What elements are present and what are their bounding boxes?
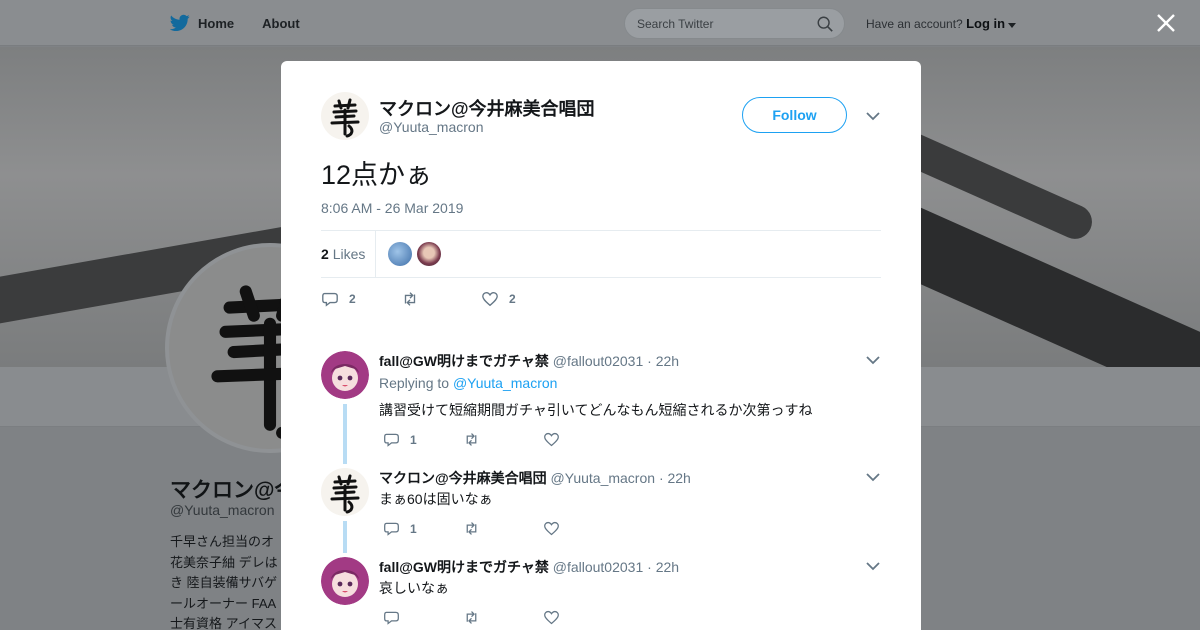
chevron-down-icon[interactable]: [1008, 23, 1017, 28]
reply-actions: [383, 609, 623, 626]
search-icon[interactable]: [816, 15, 834, 33]
profile-bio: 千早さん担当のオ 花美奈子紬 デレは き 陸自装備サバゲ ールオーナー FAA …: [170, 532, 282, 630]
chevron-down-icon[interactable]: [866, 355, 880, 365]
reply-author-handle[interactable]: @fallout02031: [553, 559, 644, 575]
bio-line: き 陸自装備サバゲ: [170, 575, 278, 590]
chevron-down-icon[interactable]: [866, 472, 880, 482]
retweet-icon: [466, 611, 477, 624]
reply-button[interactable]: 2: [321, 290, 401, 308]
chevron-down-icon[interactable]: [866, 111, 880, 121]
retweet-icon: [404, 292, 416, 306]
tweet-text: 12点かぁ: [321, 160, 433, 190]
thread-line: [343, 404, 347, 464]
close-icon[interactable]: [1155, 12, 1177, 34]
reply-icon: [322, 292, 338, 307]
follow-button[interactable]: Follow: [742, 97, 847, 133]
retweet-icon: [466, 433, 477, 446]
reply-count: 2: [349, 292, 356, 306]
reply-header: マクロン@今井麻美合唱団 @Yuuta_macron · 22h: [379, 468, 691, 488]
liker-avatar[interactable]: [417, 242, 441, 266]
profile-handle: @Yuuta_macron: [170, 502, 275, 518]
retweet-icon: [466, 522, 477, 535]
bio-line: 千早さん担当のオ: [170, 534, 275, 549]
nav-links: Home About: [170, 0, 328, 46]
tweet-author-name[interactable]: マクロン@今井麻美合唱団: [379, 95, 595, 121]
tweet-modal: マクロン@今井麻美合唱団 @Yuuta_macron Follow 12点かぁ …: [281, 61, 921, 630]
nav-about[interactable]: About: [262, 16, 300, 31]
reply-text: まぁ60は固いなぁ: [379, 491, 493, 507]
reply-avatar[interactable]: [321, 557, 369, 605]
reply-icon: [384, 522, 399, 536]
reply-header: fall@GW明けまでガチャ禁 @fallout02031 · 22h: [379, 557, 679, 577]
likes-label: Likes: [332, 246, 366, 262]
stats-divider: [375, 231, 376, 277]
replying-to-link[interactable]: @Yuuta_macron: [453, 375, 558, 391]
replying-to: Replying to @Yuuta_macron: [379, 375, 557, 391]
retweet-button[interactable]: [401, 290, 481, 308]
heart-icon: [544, 610, 559, 625]
top-navigation-bar: Home About Search Twitter Have an accoun…: [0, 0, 1200, 46]
reply-author-handle[interactable]: @Yuuta_macron: [551, 470, 656, 486]
reply-text: 講習受けて短縮期間ガチャ引いてどんなもん短縮されるか次第っすね: [379, 402, 813, 418]
reply-button[interactable]: 1: [383, 431, 463, 448]
likes-count: 2: [321, 246, 329, 262]
retweet-button[interactable]: [463, 431, 543, 448]
reply-button[interactable]: 1: [383, 520, 463, 537]
anime-girl-avatar-image: [321, 351, 369, 399]
search-placeholder: Search Twitter: [637, 17, 714, 31]
reply-avatar[interactable]: [321, 351, 369, 399]
reply-author-name[interactable]: fall@GW明けまでガチャ禁: [379, 353, 549, 369]
calligraphy-avatar-image: [330, 474, 360, 514]
reply-time[interactable]: · 22h: [659, 470, 691, 486]
likes-stat[interactable]: 2 Likes: [321, 246, 365, 262]
nav-home[interactable]: Home: [170, 14, 234, 32]
reply-author-name[interactable]: マクロン@今井麻美合唱団: [379, 470, 547, 486]
like-button[interactable]: 2: [481, 290, 516, 308]
tweet-timestamp[interactable]: 8:06 AM - 26 Mar 2019: [321, 200, 463, 216]
liker-avatar[interactable]: [388, 242, 412, 266]
heart-icon: [544, 432, 559, 447]
reply-icon: [384, 611, 399, 625]
retweet-button[interactable]: [463, 520, 543, 537]
heart-icon: [544, 521, 559, 536]
calligraphy-avatar-image: [330, 98, 360, 138]
reply-time[interactable]: · 22h: [647, 353, 679, 369]
reply-author-handle[interactable]: @fallout02031: [553, 353, 644, 369]
like-button[interactable]: [543, 609, 623, 626]
chevron-down-icon[interactable]: [866, 561, 880, 571]
reply-button[interactable]: [383, 609, 463, 626]
reply-actions: 1: [383, 520, 623, 537]
thread-line: [343, 521, 347, 553]
anime-girl-avatar-image: [321, 557, 369, 605]
reply-icon: [384, 433, 399, 447]
nav-about-label: About: [262, 15, 300, 31]
tweet-actions: 2 2: [321, 289, 516, 309]
tweet-stats: 2 Likes: [321, 230, 881, 278]
like-count: 2: [509, 292, 516, 306]
reply-count: 1: [410, 432, 417, 447]
account-area: Have an account? Log in: [866, 16, 1017, 31]
replying-prefix: Replying to: [379, 375, 450, 391]
author-avatar[interactable]: [321, 92, 369, 140]
reply-actions: 1: [383, 431, 623, 448]
login-link[interactable]: Log in: [966, 16, 1005, 31]
bio-line: 花美奈子紬 デレは: [170, 554, 278, 570]
twitter-bird-icon: [170, 14, 190, 32]
search-input[interactable]: Search Twitter: [624, 8, 845, 39]
tweet-author-handle[interactable]: @Yuuta_macron: [379, 119, 484, 135]
bio-line: 士有資格 アイマス: [170, 616, 277, 630]
like-button[interactable]: [543, 431, 623, 448]
reply-header: fall@GW明けまでガチャ禁 @fallout02031 · 22h: [379, 351, 679, 371]
reply-count: 1: [410, 521, 417, 536]
reply-avatar[interactable]: [321, 468, 369, 516]
account-prompt: Have an account?: [866, 17, 963, 31]
retweet-button[interactable]: [463, 609, 543, 626]
like-button[interactable]: [543, 520, 623, 537]
reply-author-name[interactable]: fall@GW明けまでガチャ禁: [379, 559, 549, 575]
heart-icon: [482, 292, 498, 307]
reply-text: 哀しいなぁ: [379, 580, 449, 596]
bio-line: ールオーナー FAA: [170, 595, 277, 611]
reply-time[interactable]: · 22h: [647, 559, 679, 575]
nav-home-label: Home: [198, 15, 235, 31]
